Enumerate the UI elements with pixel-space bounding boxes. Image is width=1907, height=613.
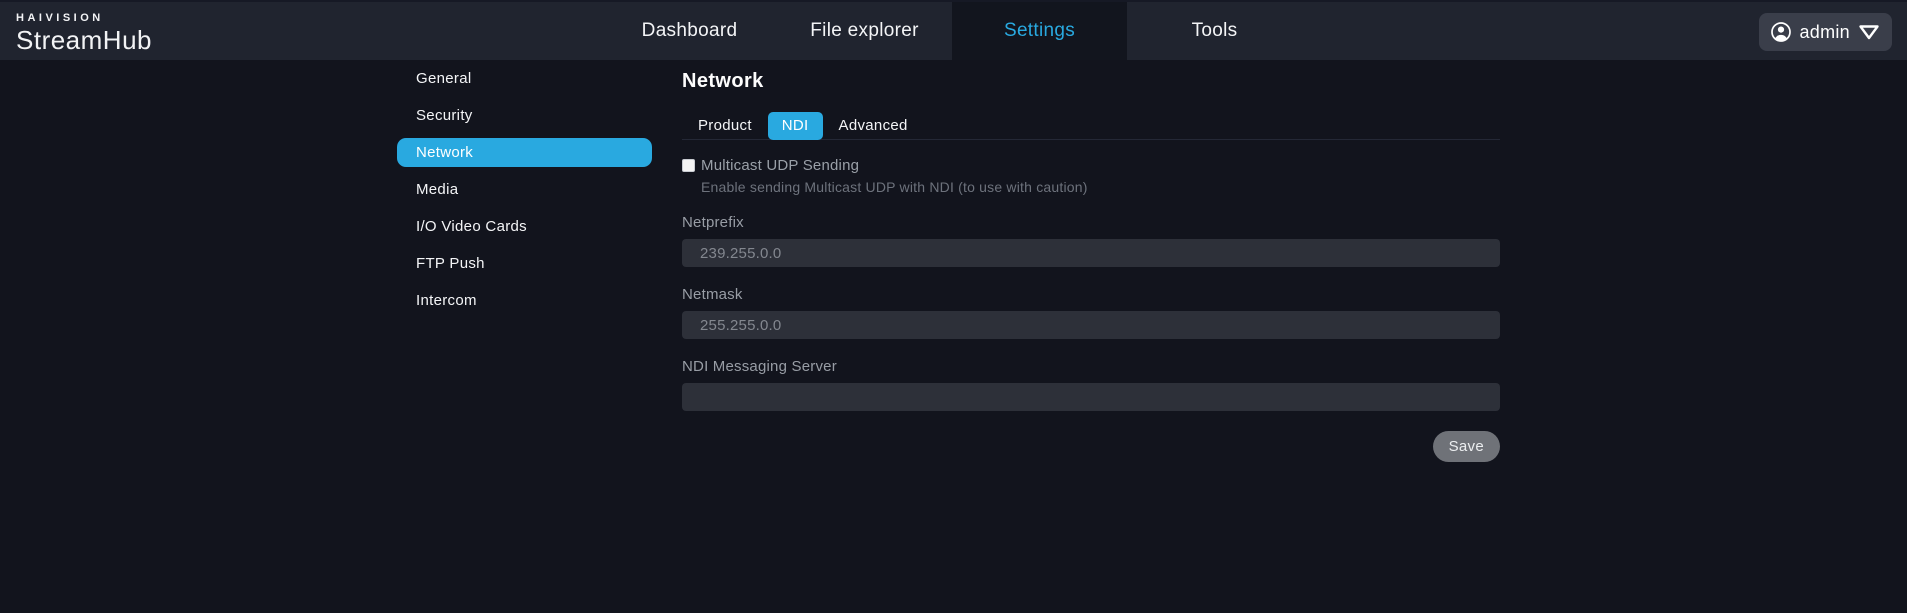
settings-content: Network Product NDI Advanced Multicast U… [682, 60, 1500, 462]
ndi-messaging-server-label: NDI Messaging Server [682, 358, 1500, 375]
nav-dashboard[interactable]: Dashboard [602, 2, 777, 60]
main-nav: Dashboard File explorer Settings Tools [602, 2, 1302, 60]
netprefix-label: Netprefix [682, 214, 1500, 231]
multicast-udp-description: Enable sending Multicast UDP with NDI (t… [682, 179, 1500, 195]
netprefix-input[interactable] [682, 239, 1500, 267]
multicast-udp-label[interactable]: Multicast UDP Sending [701, 157, 859, 174]
settings-sidebar: General Security Network Media I/O Video… [397, 64, 652, 323]
tab-ndi[interactable]: NDI [768, 112, 823, 140]
sidebar-item-general[interactable]: General [397, 64, 652, 93]
sidebar-item-intercom[interactable]: Intercom [397, 286, 652, 315]
chevron-down-icon [1857, 22, 1881, 42]
sidebar-item-ftp-push[interactable]: FTP Push [397, 249, 652, 278]
tab-advanced[interactable]: Advanced [823, 112, 924, 140]
brand-logo[interactable]: HAIVISION StreamHub [16, 11, 152, 55]
user-avatar-icon [1770, 21, 1792, 43]
header: HAIVISION StreamHub Dashboard File explo… [0, 0, 1907, 60]
ndi-messaging-server-group: NDI Messaging Server [682, 358, 1500, 411]
multicast-udp-checkbox[interactable] [682, 159, 695, 172]
form-actions: Save [682, 431, 1500, 462]
multicast-udp-row: Multicast UDP Sending [682, 157, 1500, 174]
sidebar-item-io-video-cards[interactable]: I/O Video Cards [397, 212, 652, 241]
netmask-group: Netmask [682, 286, 1500, 339]
user-name: admin [1799, 22, 1850, 43]
nav-settings[interactable]: Settings [952, 2, 1127, 60]
streamhub-app: HAIVISION StreamHub Dashboard File explo… [0, 0, 1907, 613]
brand-name: HAIVISION [16, 11, 152, 25]
user-menu-button[interactable]: admin [1759, 13, 1892, 51]
nav-file-explorer[interactable]: File explorer [777, 2, 952, 60]
save-button[interactable]: Save [1433, 431, 1500, 462]
sidebar-item-media[interactable]: Media [397, 175, 652, 204]
netprefix-group: Netprefix [682, 214, 1500, 267]
netmask-label: Netmask [682, 286, 1500, 303]
sidebar-item-security[interactable]: Security [397, 101, 652, 130]
page-title: Network [682, 70, 1500, 93]
network-tabs: Product NDI Advanced [682, 112, 1500, 140]
sidebar-item-network[interactable]: Network [397, 138, 652, 167]
tab-product[interactable]: Product [682, 112, 768, 140]
netmask-input[interactable] [682, 311, 1500, 339]
brand-product: StreamHub [16, 25, 152, 55]
nav-tools[interactable]: Tools [1127, 2, 1302, 60]
ndi-messaging-server-input[interactable] [682, 383, 1500, 411]
